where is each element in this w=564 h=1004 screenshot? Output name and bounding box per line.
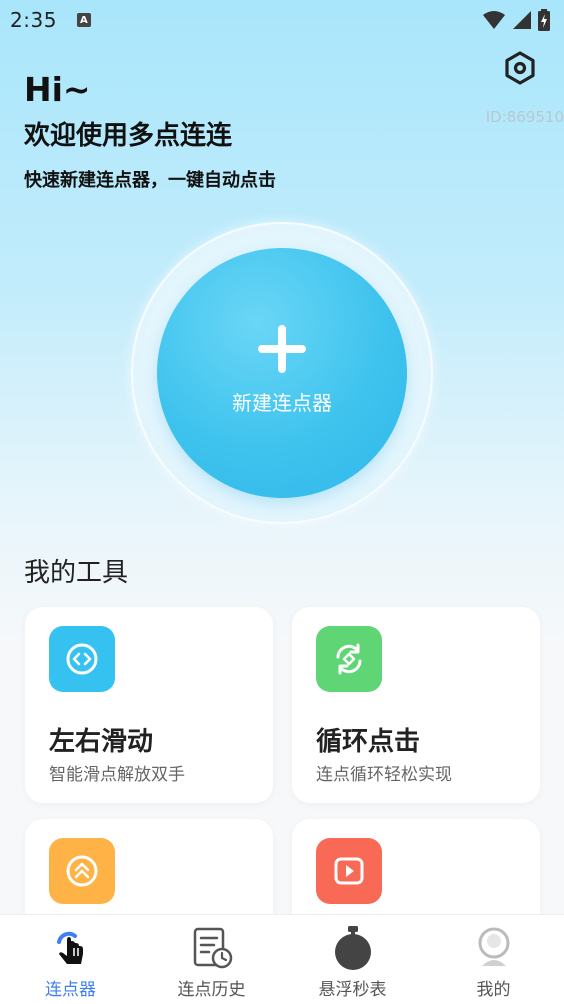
create-clicker-button[interactable]: 新建连点器 [157, 248, 407, 498]
create-clicker-label: 新建连点器 [232, 390, 332, 415]
tab-label: 连点历史 [177, 980, 246, 1000]
tap-hand-icon [48, 925, 94, 971]
plus-icon [258, 324, 306, 373]
profile-icon [471, 925, 517, 971]
stopwatch-icon [330, 925, 376, 971]
tool-desc: 智能滑点解放双手 [49, 765, 185, 785]
greeting-title: Hi~ [24, 70, 91, 109]
tool-card-swipe[interactable]: 左右滑动 智能滑点解放双手 [25, 607, 273, 803]
settings-icon [505, 51, 535, 85]
battery-icon [538, 9, 550, 31]
signal-icon [513, 11, 531, 29]
loop-icon [316, 626, 382, 692]
tools-section-title: 我的工具 [24, 558, 129, 588]
status-icons [482, 9, 550, 31]
tool-title: 左右滑动 [49, 727, 154, 757]
swipe-icon [49, 626, 115, 692]
history-icon [189, 925, 235, 971]
tab-profile[interactable]: 我的 [423, 915, 564, 1004]
notification-badge-icon: A [76, 13, 91, 27]
bottom-tab-bar: 连点器 连点历史 悬浮秒表 我的 [0, 914, 564, 1004]
welcome-subtitle: 快速新建连点器，一键自动点击 [24, 170, 276, 191]
tab-history[interactable]: 连点历史 [141, 915, 282, 1004]
tool-card-loop-click[interactable]: 循环点击 连点循环轻松实现 [292, 607, 540, 803]
tool-title: 循环点击 [316, 727, 421, 757]
double-up-icon [49, 838, 115, 904]
tab-label: 我的 [476, 980, 511, 1000]
settings-button[interactable] [500, 48, 540, 88]
tab-clicker[interactable]: 连点器 [0, 915, 141, 1004]
tab-stopwatch[interactable]: 悬浮秒表 [282, 915, 423, 1004]
wifi-icon [483, 11, 505, 29]
user-id: ID:869510 [485, 108, 564, 126]
status-bar: 2:35 A [0, 0, 564, 40]
tab-label: 连点器 [45, 980, 96, 1000]
status-time: 2:35 [10, 8, 57, 32]
play-icon [316, 838, 382, 904]
tool-desc: 连点循环轻松实现 [316, 765, 452, 785]
tab-label: 悬浮秒表 [318, 980, 387, 1000]
welcome-title: 欢迎使用多点连连 [24, 121, 233, 151]
